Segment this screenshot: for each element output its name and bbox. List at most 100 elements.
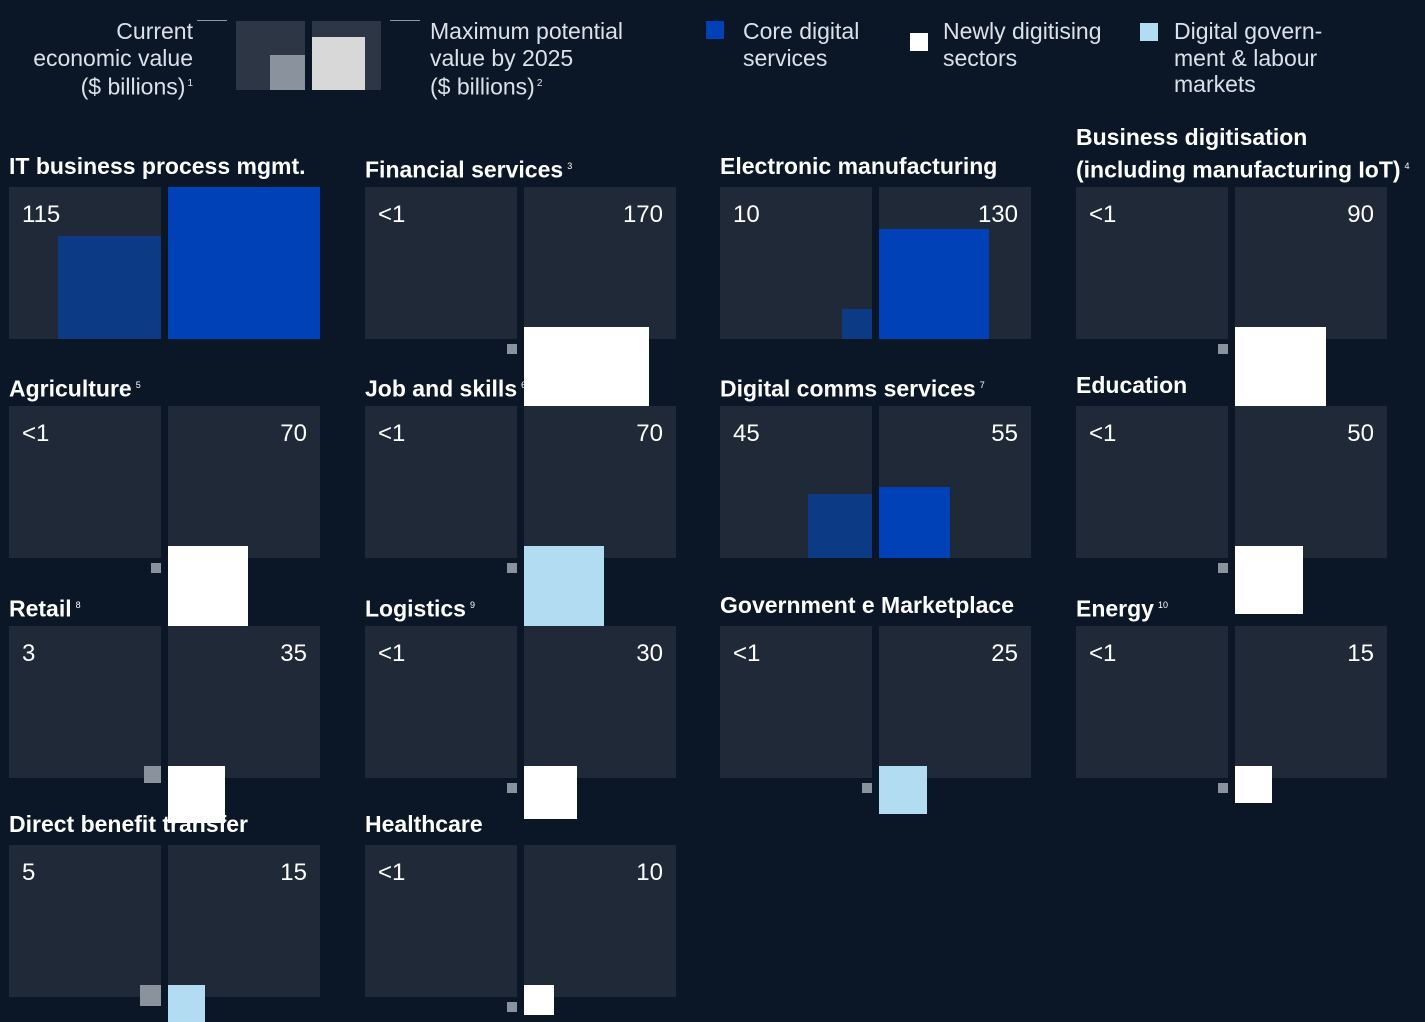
current-value-square [862, 783, 872, 793]
panel-title-line: Business digitisation [1076, 123, 1410, 152]
potential-value-label: 30 [636, 640, 663, 667]
potential-value-square [1235, 546, 1303, 614]
panel-title-text: (including manufacturing IoT) [1076, 156, 1401, 183]
potential-value-square [168, 985, 205, 1022]
current-value-label: 45 [733, 420, 760, 447]
legend-potential-line-2: value by 2025 [430, 44, 574, 71]
panel-title-line: Direct benefit transfer [9, 810, 248, 839]
current-value-cell: <1 [365, 406, 517, 558]
legend-newly-line-1: Newly digitising [943, 18, 1102, 44]
current-value-label: <1 [378, 420, 406, 447]
legend-gov-line-2: ment & labour [1174, 44, 1318, 71]
potential-value-square [168, 546, 248, 626]
potential-value-cell: 10 [524, 845, 676, 997]
legend-current-line-2: economic value [33, 44, 193, 71]
panel-title-text: Financial services [365, 156, 564, 183]
panel-title-line: (including manufacturing IoT) 4 [1076, 152, 1410, 185]
current-value-label: 10 [733, 201, 760, 228]
current-value-label: <1 [22, 420, 50, 447]
panel-title-line: Healthcare [365, 810, 483, 839]
panel-title: Retail 8 [9, 591, 81, 624]
potential-value-label: 25 [991, 640, 1018, 667]
potential-value-label: 15 [280, 859, 307, 886]
potential-value-label: 15 [1347, 640, 1374, 667]
potential-value-cell: 50 [1235, 406, 1387, 558]
current-value-label: <1 [378, 201, 406, 228]
legend-current-line-3-wrap: ($ billions) 1 [33, 71, 193, 100]
potential-value-square [168, 187, 320, 339]
panel-title-text: Digital comms services [720, 375, 976, 402]
legend-gov-line-3: markets [1174, 71, 1256, 97]
panel-note: 7 [979, 380, 985, 390]
current-value-square [808, 494, 872, 558]
current-value-square [1218, 563, 1228, 573]
current-value-square [144, 766, 161, 783]
current-value-cell: <1 [1076, 187, 1228, 339]
panel-title: Job and skills 6 [365, 371, 526, 404]
potential-value-label: 50 [1347, 420, 1374, 447]
panel-title: Healthcare [365, 810, 483, 839]
potential-value-label: 130 [977, 201, 1018, 228]
legend-potential-line-1: Maximum potential [430, 18, 624, 44]
current-value-cell: <1 [365, 845, 517, 997]
legend-newly-swatch [910, 33, 928, 51]
current-value-cell: <1 [720, 626, 872, 778]
panel-title-text: Healthcare [365, 811, 483, 837]
current-value-square [507, 563, 517, 573]
current-value-label: <1 [1089, 420, 1117, 447]
panel-title: Business digitisation (including manufact… [1076, 123, 1410, 185]
current-value-square [1218, 344, 1228, 354]
panel-title-line: IT business process mgmt. [9, 152, 306, 181]
current-value-label: 115 [22, 201, 61, 228]
legend-core-line-2: services [743, 44, 828, 71]
potential-value-square [1235, 766, 1272, 803]
panel-title-line: Job and skills 6 [365, 371, 526, 404]
potential-value-square [879, 229, 989, 339]
current-value-cell: <1 [365, 187, 517, 339]
potential-value-square [879, 487, 950, 558]
current-value-label: <1 [378, 640, 406, 667]
panel-title: Direct benefit transfer [9, 810, 248, 839]
legend-current-leader [197, 20, 227, 21]
current-value-square [507, 783, 517, 793]
panel-title-text: Retail [9, 595, 72, 622]
potential-value-square [1235, 327, 1326, 418]
panel-title-line: Retail 8 [9, 591, 81, 624]
legend-potential-line-3: ($ billions) [430, 73, 535, 100]
current-value-square [842, 309, 872, 339]
current-value-cell: <1 [365, 626, 517, 778]
panel-title-text: Job and skills [365, 375, 518, 402]
current-value-cell: 5 [9, 845, 161, 997]
current-value-square [151, 563, 161, 573]
panel-note: 9 [469, 600, 475, 610]
panel-title-text: Direct benefit transfer [9, 811, 249, 837]
panel-title-line: Financial services 3 [365, 152, 572, 185]
panel-title: Education [1076, 371, 1187, 400]
legend-potential-label: Maximum potential value by 2025 ($ billi… [430, 18, 623, 100]
potential-value-cell: 25 [879, 626, 1031, 778]
panel-title: Energy 10 [1076, 591, 1168, 624]
panel-note: 4 [1404, 161, 1410, 171]
potential-value-cell: 15 [168, 845, 320, 997]
panel-title: Financial services 3 [365, 152, 572, 185]
panel-title: IT business process mgmt. [9, 152, 306, 181]
panel-title-text: Energy [1076, 595, 1154, 622]
panel-title-text: Logistics [365, 595, 466, 622]
legend-newly-line-2: sectors [943, 44, 1018, 71]
legend-current-box [270, 55, 305, 90]
panel-title: Government e Marketplace [720, 591, 1014, 620]
panel-title-text: Education [1076, 372, 1188, 398]
legend-potential-note: 2 [536, 78, 543, 89]
legend-core-label: Core digital services [743, 18, 859, 71]
legend-current-line-1: Current [116, 18, 193, 44]
panel-title-line: Energy 10 [1076, 591, 1168, 624]
potential-value-label: 70 [636, 420, 663, 447]
potential-value-cell: 15 [1235, 626, 1387, 778]
panel-title-text: Government e Marketplace [720, 592, 1015, 618]
legend-gov-label: Digital govern- ment & labour markets [1174, 18, 1322, 98]
current-value-cell: 3 [9, 626, 161, 778]
panel-title-text: Electronic manufacturing [720, 153, 998, 179]
panel-title: Logistics 9 [365, 591, 475, 624]
panel-title: Electronic manufacturing [720, 152, 997, 181]
legend-gov-swatch [1140, 23, 1158, 41]
